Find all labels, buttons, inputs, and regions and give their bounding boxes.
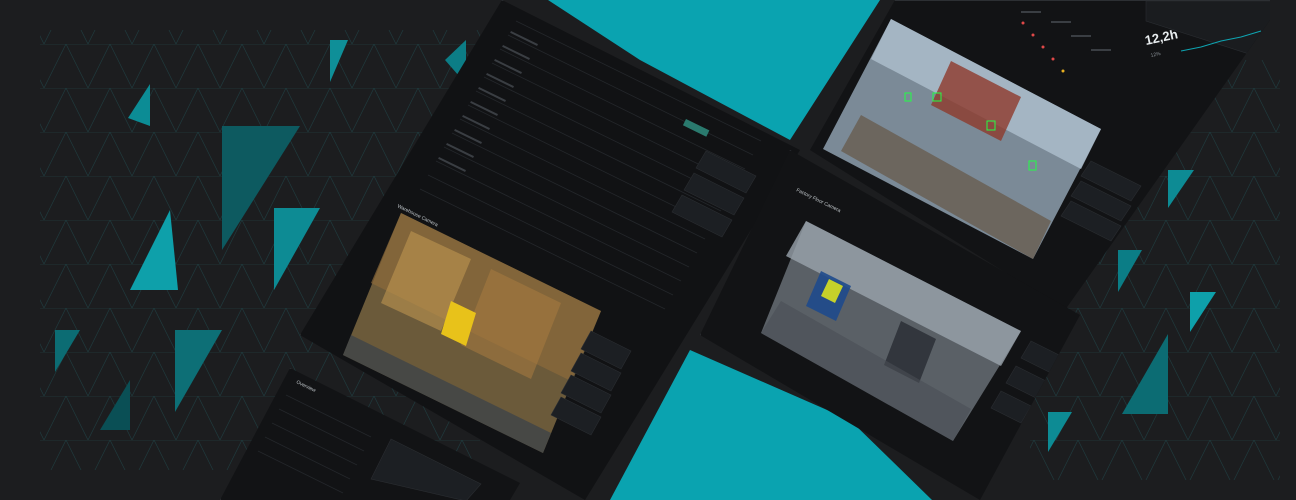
hours-stat-sub: 12% <box>1150 51 1162 59</box>
dot-icon <box>1051 57 1055 61</box>
dot-icon <box>1061 69 1065 73</box>
new-button[interactable] <box>682 118 710 137</box>
overview-title: Overview <box>295 379 317 394</box>
dot-icon <box>1041 45 1045 49</box>
factory-title: Factory Floor Camera <box>795 187 842 214</box>
hours-stat: 12,2h <box>1144 26 1180 48</box>
promo-banner: Warehouse Camera 12,2h 12% Factory Floor… <box>0 0 1296 500</box>
dot-icon <box>1021 21 1025 25</box>
dot-icon <box>1031 33 1035 37</box>
